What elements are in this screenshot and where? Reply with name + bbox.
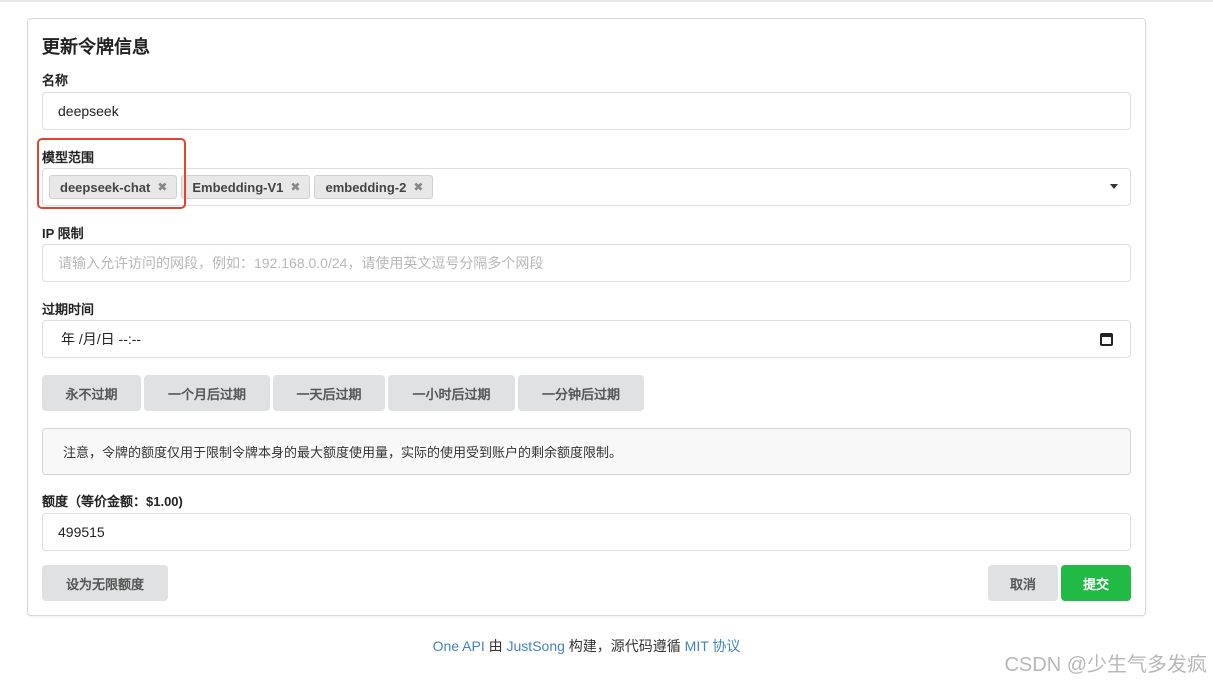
top-divider [0,0,1213,2]
annotation-highlight-box [37,138,186,209]
model-tag-label: Embedding-V1 [192,179,284,195]
quota-label: 额度（等价金额：$1.00) [42,494,183,509]
author-link[interactable]: JustSong [507,638,565,654]
remove-tag-icon[interactable]: ✖ [290,180,300,194]
expire-value: 年 /月/日 --:-- [61,331,142,347]
one-api-link[interactable]: One API [433,638,485,654]
cancel-button[interactable]: 取消 [988,565,1058,601]
license-link[interactable]: MIT 协议 [685,638,741,654]
footer-text: 构建，源代码遵循 [564,638,685,654]
expire-one-month-button[interactable]: 一个月后过期 [144,375,270,411]
never-expire-button[interactable]: 永不过期 [42,375,141,411]
ip-restriction-input[interactable]: 请输入允许访问的网段，例如：192.168.0.0/24，请使用英文逗号分隔多个… [42,244,1131,282]
form-title: 更新令牌信息 [42,37,150,57]
csdn-watermark: CSDN @少生气多发疯 [1004,654,1207,676]
model-tag: embedding-2 ✖ [314,175,434,199]
submit-button[interactable]: 提交 [1061,565,1131,601]
expire-datetime-input[interactable]: 年 /月/日 --:-- [42,320,1131,358]
expire-one-day-button[interactable]: 一天后过期 [273,375,385,411]
calendar-icon[interactable] [1100,333,1113,346]
footer-text: 由 [484,638,507,654]
expire-one-minute-button[interactable]: 一分钟后过期 [518,375,644,411]
dropdown-caret-icon[interactable] [1110,184,1118,189]
quota-notice: 注意，令牌的额度仅用于限制令牌本身的最大额度使用量，实际的使用受到账户的剩余额度… [42,428,1131,475]
name-label: 名称 [42,73,69,88]
quota-input[interactable]: 499515 [42,513,1131,551]
model-tag-label: embedding-2 [325,179,407,195]
models-multiselect[interactable]: deepseek-chat ✖ Embedding-V1 ✖ embedding… [42,168,1131,206]
expire-one-hour-button[interactable]: 一小时后过期 [388,375,515,411]
model-tag: Embedding-V1 ✖ [181,175,311,199]
footer: One API 由 JustSong 构建，源代码遵循 MIT 协议 [0,636,1173,656]
name-input[interactable]: deepseek [42,92,1131,130]
expire-label: 过期时间 [42,302,95,317]
edit-token-form: 更新令牌信息 名称 deepseek 模型范围 deepseek-chat ✖ … [27,18,1146,616]
remove-tag-icon[interactable]: ✖ [413,180,423,194]
unlimited-quota-button[interactable]: 设为无限额度 [42,565,168,601]
ip-label: IP 限制 [42,226,84,241]
